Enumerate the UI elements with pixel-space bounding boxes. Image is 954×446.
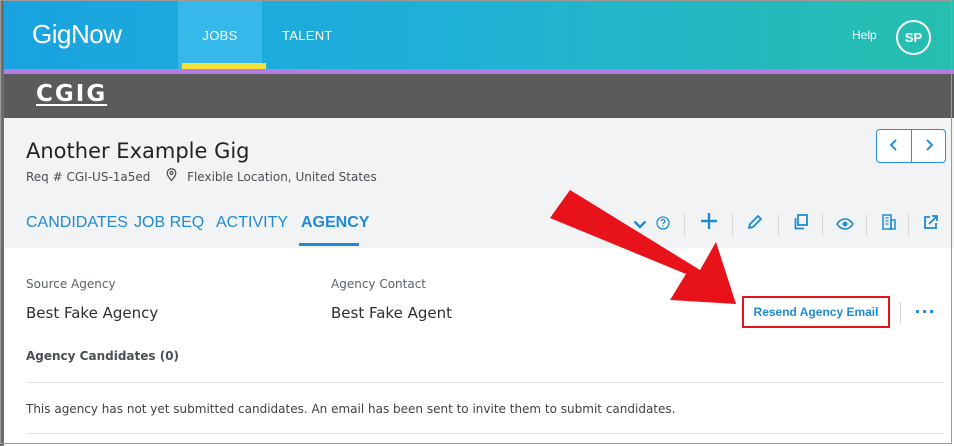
annotation-arrow-icon <box>550 190 736 304</box>
